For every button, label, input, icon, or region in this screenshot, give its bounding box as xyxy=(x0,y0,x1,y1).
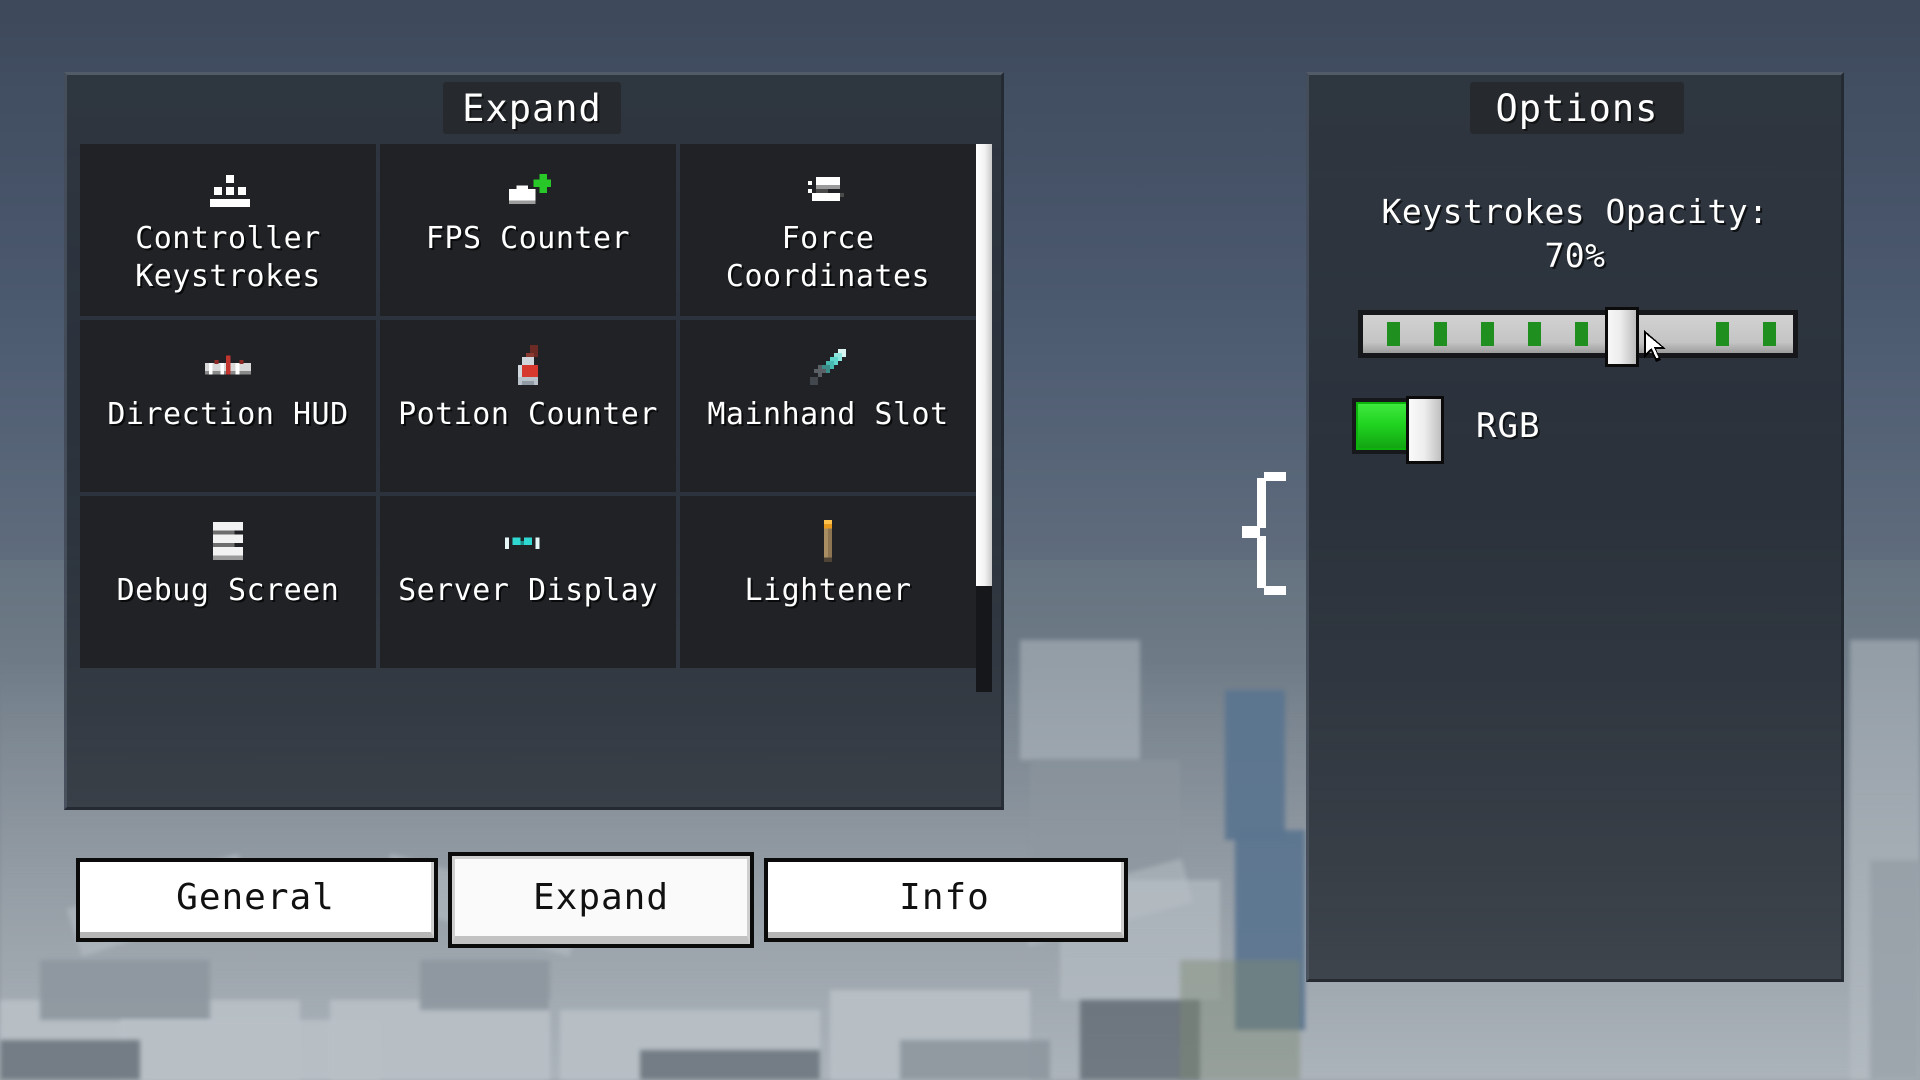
diamond-sword-icon xyxy=(806,344,850,390)
slider-thumb[interactable] xyxy=(1605,307,1639,367)
tab-bar: General Expand Info xyxy=(76,852,1128,948)
torch-icon xyxy=(817,520,839,566)
module-label: Controller Keystrokes xyxy=(135,221,321,294)
module-card-mainhand-slot[interactable]: Mainhand Slot xyxy=(680,320,976,492)
toggle-on-fill xyxy=(1356,402,1412,450)
module-card-server-display[interactable]: Server Display xyxy=(380,496,676,668)
potion-bottle-icon xyxy=(510,344,546,390)
module-label: Force Coordinates xyxy=(725,221,931,294)
rgb-toggle[interactable] xyxy=(1352,396,1444,464)
module-card-fps-counter[interactable]: FPS Counter xyxy=(380,144,676,316)
module-label: Server Display xyxy=(398,573,658,608)
module-label: Debug Screen xyxy=(116,573,340,608)
panel-link-bracket-icon xyxy=(1240,472,1286,600)
signal-bars-icon xyxy=(505,520,551,566)
module-label: Potion Counter xyxy=(398,397,658,432)
tab-info[interactable]: Info xyxy=(764,858,1128,942)
tab-general-label: General xyxy=(176,876,335,918)
module-card-force-coordinates[interactable]: Force Coordinates xyxy=(680,144,976,316)
module-card-direction-hud[interactable]: Direction HUD xyxy=(80,320,376,492)
bed-plus-icon xyxy=(505,168,551,214)
module-label: Mainhand Slot xyxy=(707,397,949,432)
module-card-potion-counter[interactable]: Potion Counter xyxy=(380,320,676,492)
options-panel-title-text: Options xyxy=(1495,86,1659,130)
toggle-knob[interactable] xyxy=(1406,396,1444,464)
rgb-toggle-label: RGB xyxy=(1476,406,1541,446)
module-label: Direction HUD xyxy=(107,397,349,432)
tab-info-label: Info xyxy=(899,876,990,918)
coordinates-icon xyxy=(808,168,848,214)
compass-bar-icon xyxy=(205,344,251,390)
document-lines-icon xyxy=(209,520,247,566)
rgb-toggle-row: RGB xyxy=(1352,396,1541,464)
module-label: FPS Counter xyxy=(425,221,631,256)
keystrokes-opacity-slider[interactable] xyxy=(1358,307,1798,367)
expand-panel-title-text: Expand xyxy=(462,86,602,130)
options-panel-title: Options xyxy=(1470,82,1684,134)
keyboard-icon xyxy=(206,168,250,214)
tab-expand-label: Expand xyxy=(532,877,670,918)
expand-panel-title: Expand xyxy=(443,82,621,134)
module-card-controller-keystrokes[interactable]: Controller Keystrokes xyxy=(80,144,376,316)
options-body: Keystrokes Opacity: 70% xyxy=(1322,146,1828,966)
tab-expand[interactable]: Expand xyxy=(448,852,754,948)
keystrokes-opacity-value: 70% xyxy=(1544,236,1606,275)
module-label: Lightener xyxy=(744,573,912,608)
slider-track[interactable] xyxy=(1363,307,1793,367)
grid-scrollbar-thumb[interactable] xyxy=(976,144,992,586)
keystrokes-opacity-label: Keystrokes Opacity: xyxy=(1381,192,1769,231)
tab-general[interactable]: General xyxy=(76,858,438,942)
module-grid: Controller Keystrokes FPS Counter Force … xyxy=(80,144,978,668)
module-card-lightener[interactable]: Lightener xyxy=(680,496,976,668)
module-card-debug-screen[interactable]: Debug Screen xyxy=(80,496,376,668)
module-grid-viewport: Controller Keystrokes FPS Counter Force … xyxy=(80,144,992,692)
